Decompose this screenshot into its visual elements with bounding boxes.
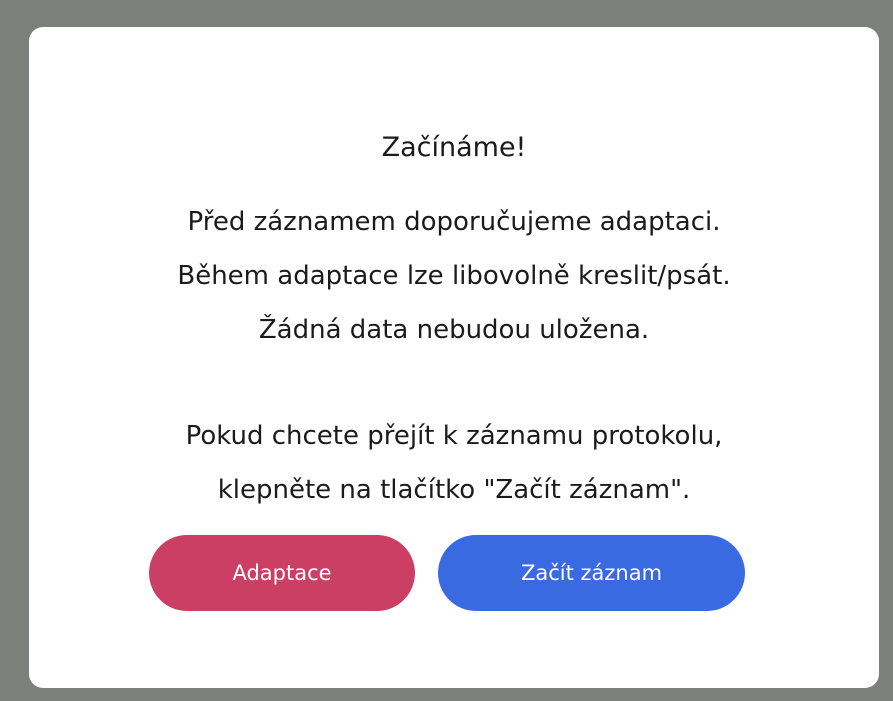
adaptation-button[interactable]: Adaptace (149, 535, 415, 611)
dialog-title: Začínáme! (381, 132, 527, 163)
info-line: Pokud chcete přejít k záznamu protokolu, (185, 421, 723, 451)
info-line: Před záznamem doporučujeme adaptaci. (187, 207, 721, 237)
recording-info-text: Pokud chcete přejít k záznamu protokolu,… (29, 409, 879, 517)
start-dialog: Začínáme! Před záznamem doporučujeme ada… (29, 27, 879, 688)
adaptation-info-text: Před záznamem doporučujeme adaptaci. Běh… (29, 195, 879, 357)
info-line: klepněte na tlačítko "Začít záznam". (217, 475, 691, 505)
start-recording-button[interactable]: Začít záznam (438, 535, 745, 611)
info-line: Během adaptace lze libovolně kreslit/psá… (177, 261, 731, 291)
info-line: Žádná data nebudou uložena. (258, 315, 650, 345)
